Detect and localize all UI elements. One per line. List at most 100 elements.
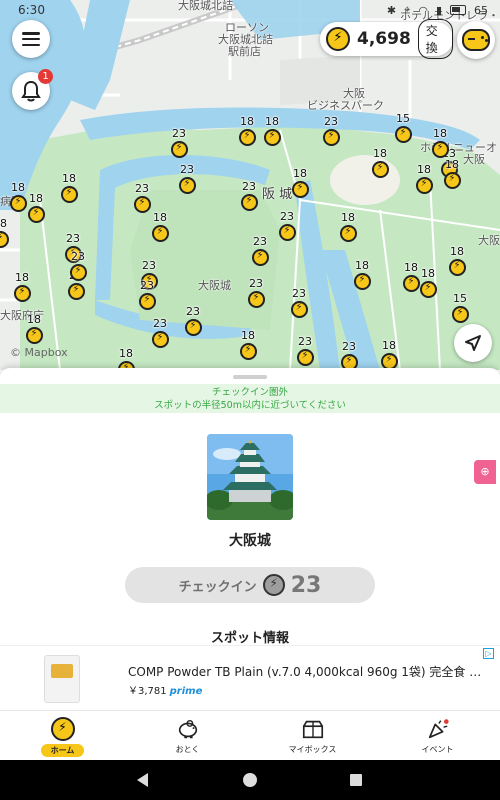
- spot-pin[interactable]: 23: [128, 183, 156, 213]
- spot-pin[interactable]: 18: [426, 128, 454, 158]
- spot-pin[interactable]: 23: [173, 164, 201, 194]
- spot-pin-points: 23: [140, 279, 154, 292]
- lightning-coin-icon: [263, 129, 281, 146]
- spot-pin-points: 18: [445, 158, 459, 171]
- zoom-in-icon[interactable]: ⊕: [474, 460, 496, 484]
- spot-pin[interactable]: 23: [165, 128, 193, 158]
- spot-photo[interactable]: [207, 434, 293, 520]
- spot-pin[interactable]: 23: [235, 181, 263, 211]
- spot-pin[interactable]: 18: [8, 272, 36, 302]
- notification-button[interactable]: 1: [12, 69, 53, 110]
- lightning-coin-icon: [25, 327, 43, 344]
- spot-pin[interactable]: 23: [335, 341, 363, 370]
- wifi-icon: ◠: [418, 3, 428, 17]
- spot-pin-points: 23: [242, 180, 256, 193]
- spot-pin-points: 23: [172, 127, 186, 140]
- spot-name: 大阪城: [229, 533, 271, 549]
- spot-pin[interactable]: 23: [285, 288, 313, 318]
- spot-pin[interactable]: 18: [4, 182, 32, 212]
- current-location-button[interactable]: [454, 324, 492, 362]
- exchange-button[interactable]: 交換: [417, 19, 453, 59]
- spot-pin[interactable]: 23: [133, 280, 161, 310]
- spot-pin[interactable]: 18: [438, 159, 466, 189]
- lightning-coin-icon: [151, 331, 169, 348]
- spot-pin[interactable]: 23: [317, 116, 345, 146]
- bluetooth-icon: ✱: [386, 3, 397, 17]
- tab-events[interactable]: イベント: [375, 711, 500, 760]
- spot-pin-points: 18: [62, 172, 76, 185]
- spot-pin-points: 23: [253, 235, 267, 248]
- spot-info-title: スポット情報: [210, 631, 289, 646]
- spot-pin[interactable]: 18: [375, 340, 403, 370]
- checkin-button[interactable]: チェックイン 23: [125, 567, 375, 603]
- tab-mybox[interactable]: マイボックス: [250, 711, 375, 760]
- spot-pin[interactable]: 18: [258, 116, 286, 146]
- spot-pin[interactable]: 15: [389, 113, 417, 143]
- spot-pin-points: 18: [421, 267, 435, 280]
- spot-pin[interactable]: 23: [146, 318, 174, 348]
- tab-home[interactable]: ホーム: [0, 711, 125, 760]
- spot-pin[interactable]: 15: [446, 293, 474, 323]
- back-icon[interactable]: [137, 773, 148, 787]
- map-view[interactable]: 大阪城北詰 ローソン 大阪城北詰 駅前店 大阪 ビジネスパーク ホテルニューオ …: [0, 0, 500, 370]
- lightning-coin-icon: [394, 126, 412, 143]
- spot-pin[interactable]: 18: [286, 168, 314, 198]
- mapbox-attribution[interactable]: © Mapbox: [10, 346, 68, 359]
- spot-pin-points: 18: [450, 245, 464, 258]
- spot-pin-points: 23: [298, 335, 312, 348]
- spot-pin[interactable]: 18: [112, 348, 140, 370]
- spot-pin[interactable]: 18: [348, 260, 376, 290]
- spot-pin-points: 23: [180, 163, 194, 176]
- ad-banner[interactable]: COMP Powder TB Plain (v.7.0 4,000kcal 96…: [0, 645, 500, 709]
- prime-badge: prime: [169, 686, 203, 697]
- out-of-range-title: チェックイン圏外: [211, 387, 288, 398]
- coin-icon: [262, 574, 285, 596]
- spot-pin[interactable]: 18: [443, 246, 471, 276]
- spot-pin[interactable]: 23: [179, 306, 207, 336]
- spot-pin[interactable]: 23: [64, 251, 92, 281]
- recent-apps-icon[interactable]: [350, 774, 362, 786]
- location-icon: ⌖: [404, 3, 411, 16]
- spot-pin[interactable]: 18: [234, 330, 262, 360]
- lightning-coin-icon: [50, 717, 75, 741]
- system-nav-bar: [0, 760, 500, 800]
- menu-button[interactable]: [12, 20, 50, 58]
- spot-pin[interactable]: 23: [273, 211, 301, 241]
- checkin-label: チェックイン: [178, 579, 257, 595]
- spot-pin-points: 18: [373, 147, 387, 160]
- spot-pin-points: 18: [265, 115, 279, 128]
- lightning-coin-icon: [431, 141, 449, 158]
- spot-pin[interactable]: 23: [291, 336, 319, 366]
- spot-pin-points: 18: [293, 167, 307, 180]
- spot-pin[interactable]: 18: [0, 218, 14, 248]
- ad-title: COMP Powder TB Plain (v.7.0 4,000kcal 96…: [128, 665, 493, 679]
- spot-pin[interactable]: 18: [366, 148, 394, 178]
- tab-deals[interactable]: おとく: [125, 711, 250, 760]
- home-icon[interactable]: [243, 773, 257, 787]
- ad-choices-icon[interactable]: ▷: [483, 648, 494, 659]
- spot-pin[interactable]: 18: [334, 212, 362, 242]
- spot-pin[interactable]: 18: [146, 212, 174, 242]
- spot-pin[interactable]: 23: [242, 278, 270, 308]
- spot-pin-points: 18: [240, 115, 254, 128]
- map-label: 駅前店: [228, 45, 261, 58]
- spot-pin[interactable]: 18: [233, 116, 261, 146]
- sheet-handle[interactable]: [233, 375, 267, 379]
- treasure-box-icon: [302, 720, 323, 739]
- spot-pin-points: 23: [292, 287, 306, 300]
- spot-pin-points: 18: [341, 211, 355, 224]
- spot-pin[interactable]: 18: [55, 173, 83, 203]
- spot-pin[interactable]: 18: [20, 314, 48, 344]
- lightning-coin-icon: [67, 283, 85, 300]
- lightning-coin-icon: [415, 177, 433, 194]
- spot-pin[interactable]: 18: [410, 164, 438, 194]
- lightning-coin-icon: [151, 225, 169, 242]
- lightning-coin-icon: [178, 177, 196, 194]
- spot-pin[interactable]: 23: [246, 236, 274, 266]
- game-button[interactable]: [457, 21, 495, 59]
- product-image: [44, 655, 80, 703]
- spot-pin[interactable]: 18: [414, 268, 442, 298]
- spot-pin-points: 18: [0, 217, 7, 230]
- spot-pin-points: 15: [396, 112, 410, 125]
- ad-price-row: ￥3,781 prime: [128, 682, 202, 697]
